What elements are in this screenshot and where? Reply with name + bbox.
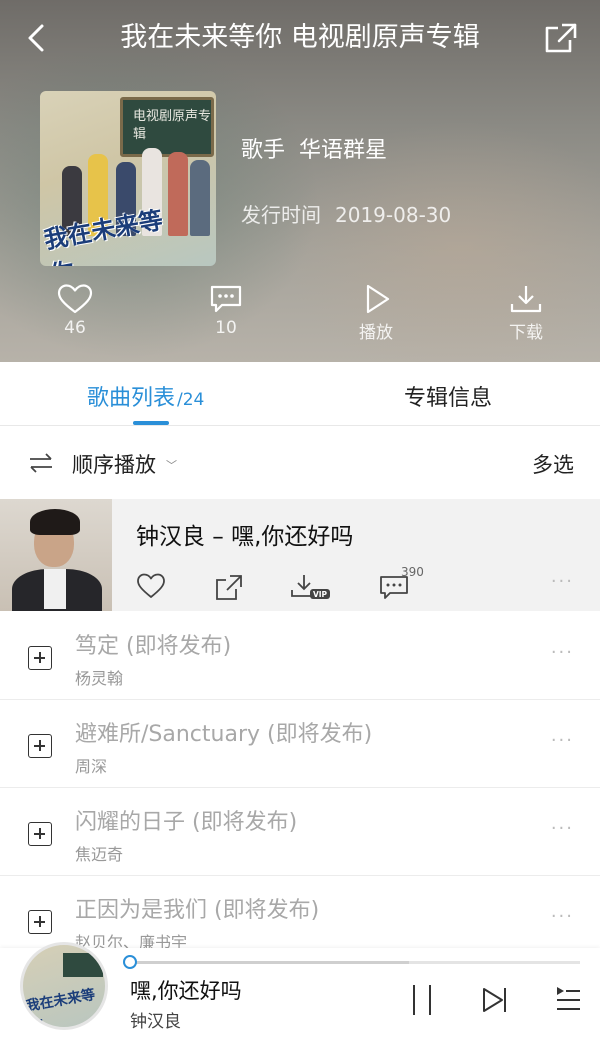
download-button[interactable]: 下载 <box>486 284 566 343</box>
song-count: /24 <box>177 390 205 410</box>
play-button[interactable]: 播放 <box>336 284 416 343</box>
mini-player-title: 嘿,你还好吗 <box>130 979 242 1003</box>
more-options-icon[interactable]: ··· <box>551 642 574 663</box>
current-song-row[interactable]: 钟汉良 – 嘿,你还好吗 VIP 390 ··· <box>0 499 600 611</box>
chevron-down-icon[interactable]: ﹀ <box>166 457 177 473</box>
sequential-order-icon[interactable] <box>28 451 54 475</box>
active-tab-indicator <box>133 421 169 425</box>
more-options-icon[interactable]: ··· <box>551 818 574 839</box>
progress-knob[interactable] <box>123 955 137 969</box>
album-actions: 46 10 播放 下载 <box>0 284 600 344</box>
artist-label: 歌手 <box>241 138 286 163</box>
artist-name[interactable]: 华语群星 <box>299 138 387 163</box>
heart-icon <box>57 284 93 314</box>
mini-player-artist: 钟汉良 <box>130 1012 181 1032</box>
page-title: 我在未来等你 电视剧原声专辑 <box>120 22 480 53</box>
playlist-icon[interactable] <box>554 983 582 1017</box>
song-artist: 焦迈奇 <box>75 845 124 864</box>
progress-track[interactable] <box>130 961 580 964</box>
cover-figure <box>190 160 210 236</box>
tab-song-list[interactable]: 歌曲列表/24 <box>87 380 204 412</box>
next-track-icon[interactable] <box>480 983 510 1017</box>
pause-icon[interactable] <box>408 983 436 1017</box>
play-icon <box>366 284 390 314</box>
song-row[interactable]: 避难所/Sanctuary (即将发布) 周深 ··· <box>0 700 600 788</box>
more-options-icon[interactable]: ··· <box>551 571 574 592</box>
add-to-list-icon[interactable] <box>28 646 52 670</box>
like-count: 46 <box>64 318 86 338</box>
mini-player-cover[interactable]: 我在未来等你 <box>20 942 108 1030</box>
song-title[interactable]: 闪耀的日子 (即将发布) <box>75 804 297 836</box>
download-label: 下载 <box>509 323 543 343</box>
cover-chalkboard: 电视剧原声专辑 <box>120 97 214 157</box>
share-icon[interactable] <box>214 573 244 601</box>
add-to-list-icon[interactable] <box>28 910 52 934</box>
play-order-dropdown[interactable]: 顺序播放 <box>72 449 156 479</box>
song-row[interactable]: 笃定 (即将发布) 杨灵翰 ··· <box>0 612 600 700</box>
playmode-bar: 顺序播放 ﹀ 多选 <box>0 427 600 499</box>
comment-button[interactable]: 10 <box>186 284 266 338</box>
cover-board-text: 电视剧原声专辑 <box>133 109 212 142</box>
song-title[interactable]: 正因为是我们 (即将发布) <box>75 892 319 924</box>
tab-bar: 歌曲列表/24 专辑信息 <box>0 362 600 426</box>
song-artist: 周深 <box>75 757 108 776</box>
song-row[interactable]: 闪耀的日子 (即将发布) 焦迈奇 ··· <box>0 788 600 876</box>
vip-badge: VIP <box>313 590 328 599</box>
album-artist[interactable]: 歌手 华语群星 <box>241 132 387 164</box>
song-artist: 杨灵翰 <box>75 669 124 688</box>
progress-buffer <box>130 961 409 964</box>
vip-download-icon[interactable]: VIP <box>290 573 332 601</box>
mini-player[interactable]: 我在未来等你 嘿,你还好吗 钟汉良 <box>0 942 600 1037</box>
multi-select-button[interactable]: 多选 <box>532 449 574 479</box>
song-title[interactable]: 笃定 (即将发布) <box>75 628 231 660</box>
mini-cover-title: 我在未来等你 <box>24 986 97 1030</box>
tab-song-list-label: 歌曲列表 <box>87 386 176 411</box>
add-to-list-icon[interactable] <box>28 734 52 758</box>
tab-album-info[interactable]: 专辑信息 <box>404 380 492 412</box>
download-icon <box>510 286 542 313</box>
like-button[interactable]: 46 <box>35 284 115 338</box>
comment-icon <box>210 285 242 313</box>
top-nav: 我在未来等你 电视剧原声专辑 <box>0 0 600 76</box>
heart-icon[interactable] <box>136 573 166 599</box>
release-date: 发行时间 2019-08-30 <box>241 199 451 228</box>
add-to-list-icon[interactable] <box>28 822 52 846</box>
share-icon[interactable] <box>542 20 580 56</box>
more-options-icon[interactable]: ··· <box>551 730 574 751</box>
album-header: 我在未来等你 电视剧原声专辑 电视剧原声专辑 我在未来等你 歌手 华语群星 发行时… <box>0 0 600 362</box>
play-label: 播放 <box>359 323 393 343</box>
current-comment-count: 390 <box>401 565 424 579</box>
release-date-value: 2019-08-30 <box>335 203 452 227</box>
album-cover[interactable]: 电视剧原声专辑 我在未来等你 <box>40 91 216 266</box>
song-title[interactable]: 避难所/Sanctuary (即将发布) <box>75 716 372 748</box>
current-song-thumbnail[interactable] <box>0 499 112 611</box>
current-song-title[interactable]: 钟汉良 – 嘿,你还好吗 <box>136 517 353 551</box>
release-date-label: 发行时间 <box>241 203 321 227</box>
comment-count: 10 <box>215 318 237 338</box>
back-arrow-icon[interactable] <box>18 20 54 56</box>
more-options-icon[interactable]: ··· <box>551 906 574 927</box>
